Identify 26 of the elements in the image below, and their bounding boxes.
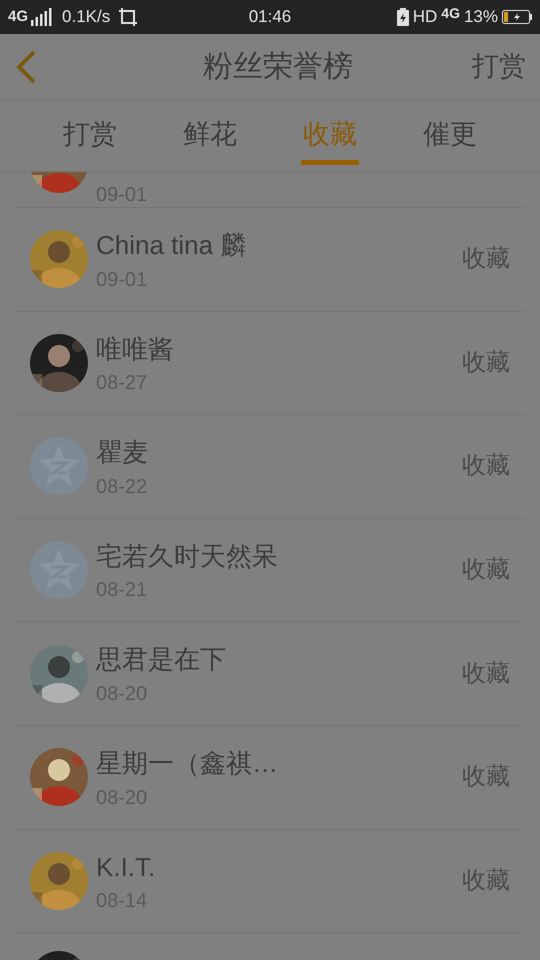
network-label: 4G bbox=[8, 6, 28, 27]
battery-icon bbox=[502, 10, 532, 24]
user-name: 宅若久时天然呆 bbox=[96, 540, 279, 572]
hd-label: HD bbox=[412, 6, 438, 28]
tab[interactable]: 鲜花 bbox=[150, 100, 270, 171]
user-name: 思君是在下 bbox=[96, 643, 227, 676]
user-name: K.I.T. bbox=[96, 850, 156, 884]
reward-button[interactable]: 打赏 bbox=[472, 46, 526, 87]
tab[interactable]: 收藏 bbox=[270, 100, 390, 171]
tab[interactable]: 催更 bbox=[390, 100, 510, 171]
page-title: 粉丝荣誉榜 bbox=[202, 49, 354, 85]
clock: 01:46 bbox=[248, 6, 292, 28]
user-name: 星期一（鑫祺… bbox=[96, 747, 279, 780]
screenshot-icon bbox=[119, 8, 138, 26]
user-name: China tina 麟 bbox=[96, 229, 248, 262]
default-avatar-icon bbox=[30, 437, 88, 496]
tab[interactable]: 打赏 bbox=[30, 100, 150, 171]
user-name: 唯唯酱 bbox=[96, 332, 175, 366]
signal-icon bbox=[31, 8, 54, 26]
default-avatar-icon bbox=[30, 541, 88, 600]
speed-label: 0.1K/s bbox=[62, 6, 110, 28]
back-icon bbox=[14, 48, 38, 84]
user-name: 瞿麦 bbox=[96, 436, 149, 469]
network-label: 4G bbox=[441, 4, 460, 22]
battery-percent: 13% bbox=[464, 6, 498, 28]
battery-saver-icon bbox=[396, 8, 409, 26]
